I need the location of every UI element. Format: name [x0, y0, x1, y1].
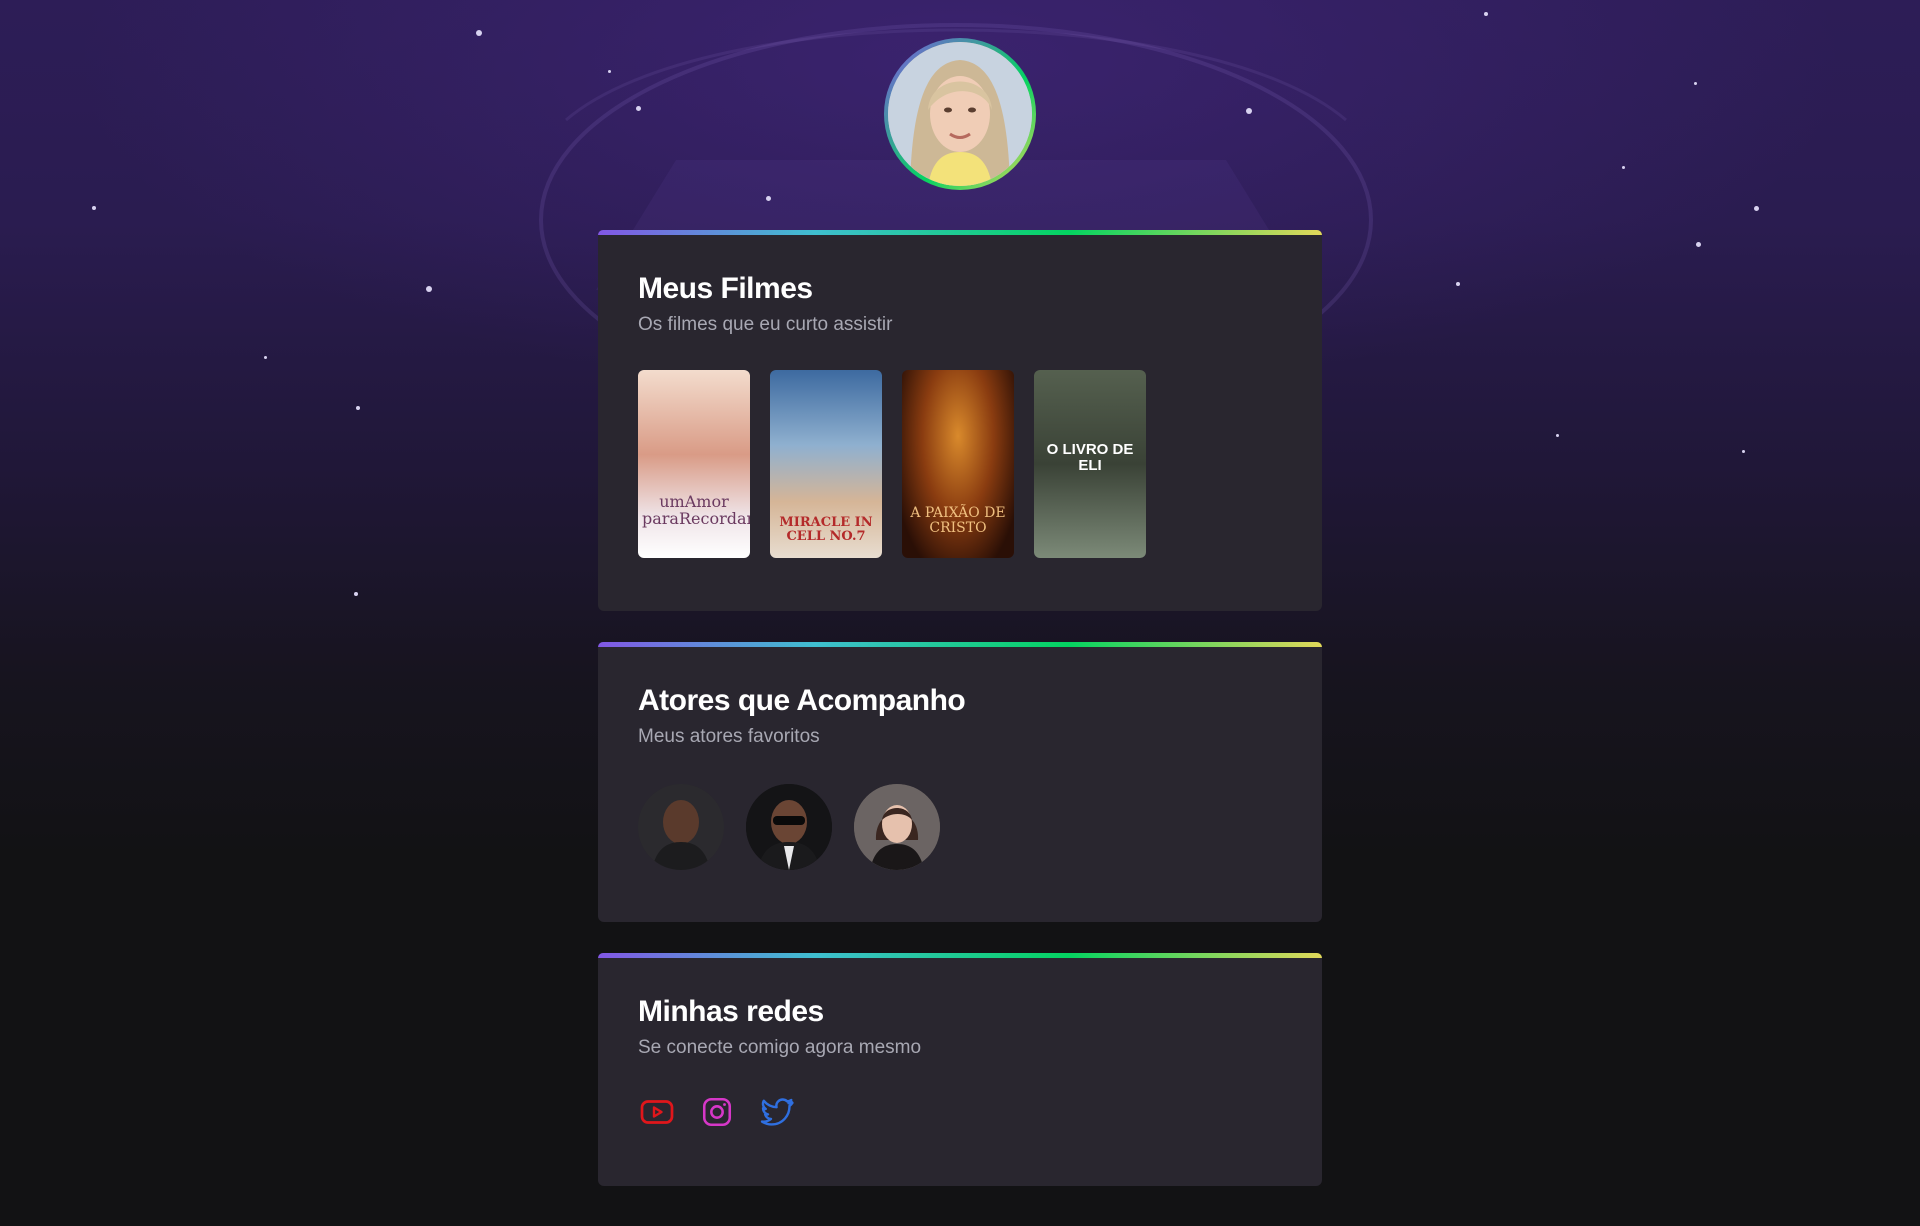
socials-list [638, 1093, 1282, 1131]
star [476, 30, 482, 36]
socials-title: Minhas redes [638, 995, 824, 1028]
star [608, 70, 611, 73]
movies-list: umAmor paraRecordar MIRACLE IN CELL NO.7… [638, 370, 1282, 558]
movie-poster-2[interactable]: MIRACLE IN CELL NO.7 [770, 370, 882, 558]
actors-list [638, 784, 1282, 870]
star [1456, 282, 1460, 286]
instagram-link[interactable] [698, 1093, 736, 1131]
profile-photo [888, 42, 1032, 186]
actor-portrait-2-icon [746, 784, 832, 870]
actors-title: Atores que Acompanho [638, 684, 966, 717]
instagram-icon [702, 1097, 732, 1127]
star [1742, 450, 1745, 453]
socials-subtitle: Se conecte comigo agora mesmo [638, 1037, 922, 1058]
star [264, 356, 267, 359]
star [1246, 108, 1252, 114]
star [766, 196, 771, 201]
actors-subtitle: Meus atores favoritos [638, 726, 820, 747]
movie-poster-4-title: O LIVRO DE ELI [1046, 441, 1134, 474]
youtube-link[interactable] [638, 1093, 676, 1131]
movies-title: Meus Filmes [638, 272, 813, 305]
star [426, 286, 432, 292]
star [1622, 166, 1625, 169]
movie-poster-1[interactable]: umAmor paraRecordar [638, 370, 750, 558]
star [356, 406, 360, 410]
movies-subtitle: Os filmes que eu curto assistir [638, 314, 893, 335]
twitter-link[interactable] [758, 1093, 796, 1131]
socials-card: Minhas redes Se conecte comigo agora mes… [598, 953, 1322, 1186]
profile-avatar[interactable] [884, 38, 1036, 190]
profile-portrait-icon [888, 42, 1032, 186]
star [1754, 206, 1759, 211]
movie-poster-1-title: umAmor paraRecordar [642, 492, 750, 528]
movie-poster-4[interactable]: O LIVRO DE ELI [1034, 370, 1146, 558]
star [1484, 12, 1488, 16]
twitter-icon [760, 1098, 794, 1126]
actor-portrait-1-icon [638, 784, 724, 870]
movies-card: Meus Filmes Os filmes que eu curto assis… [598, 230, 1322, 611]
actor-avatar-1[interactable] [638, 784, 724, 870]
star [1556, 434, 1559, 437]
movie-poster-3-title: A PAIXÃO DE CRISTO [910, 505, 1006, 536]
star [636, 106, 641, 111]
youtube-icon [640, 1100, 674, 1124]
star [1696, 242, 1701, 247]
actor-portrait-3-icon [854, 784, 940, 870]
actor-avatar-2[interactable] [746, 784, 832, 870]
movie-poster-2-title: MIRACLE IN CELL NO.7 [779, 515, 873, 544]
star [92, 206, 96, 210]
star [1694, 82, 1697, 85]
actors-card: Atores que Acompanho Meus atores favorit… [598, 642, 1322, 922]
star [354, 592, 358, 596]
actor-avatar-3[interactable] [854, 784, 940, 870]
movie-poster-3[interactable]: A PAIXÃO DE CRISTO [902, 370, 1014, 558]
